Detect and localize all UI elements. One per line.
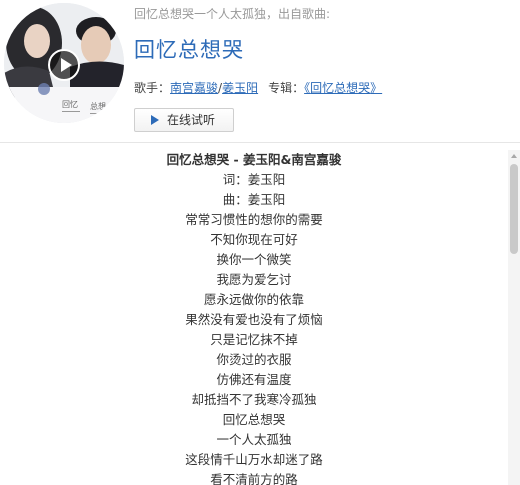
play-triangle-icon bbox=[151, 115, 159, 125]
song-title: 回忆总想哭 bbox=[134, 38, 244, 62]
artist-link-1[interactable]: 南宫嘉骏 bbox=[170, 81, 218, 95]
scroll-up-arrow-icon[interactable] bbox=[508, 150, 520, 162]
lyric-line: 词：姜玉阳 bbox=[222, 172, 286, 187]
lyric-line: 只是记忆抹不掉 bbox=[210, 332, 298, 347]
listen-online-label: 在线试听 bbox=[167, 113, 216, 127]
lyric-line: 曲：姜玉阳 bbox=[222, 192, 286, 207]
album-close-bracket: 》 bbox=[370, 81, 383, 95]
song-header: 回忆 总想 回忆总想哭一个人太孤独，出自歌曲: 回忆总想哭 歌手：南宫嘉骏/姜玉… bbox=[0, 0, 520, 142]
lyric-line: 换你一个微笑 bbox=[216, 252, 292, 267]
lyrics-heading: 回忆总想哭 - 姜玉阳&南宫嘉骏 bbox=[166, 152, 342, 167]
artist-label: 歌手： bbox=[134, 81, 171, 95]
scroll-thumb[interactable] bbox=[510, 164, 518, 254]
lyric-line: 我愿为爱乞讨 bbox=[216, 272, 292, 287]
lyric-line: 你烫过的衣服 bbox=[216, 352, 292, 367]
lyric-line: 常常习惯性的想你的需要 bbox=[185, 212, 323, 227]
lyrics-scrollbar[interactable] bbox=[508, 150, 520, 485]
lyric-line: 果然没有爱也没有了烦恼 bbox=[185, 312, 323, 327]
header-divider bbox=[0, 142, 520, 143]
album-label: 专辑： bbox=[268, 81, 305, 95]
play-button[interactable] bbox=[48, 49, 80, 81]
lyric-line: 回忆总想哭 bbox=[222, 412, 286, 427]
lyric-line: 一个人太孤独 bbox=[216, 432, 292, 447]
cover-caption-left: 回忆 bbox=[62, 99, 78, 109]
album-name: 回忆总想哭 bbox=[310, 81, 371, 95]
cover-caption-right: 总想 bbox=[90, 101, 106, 111]
artist-link-2[interactable]: 姜玉阳 bbox=[222, 81, 258, 95]
lyric-line: 看不清前方的路 bbox=[210, 472, 298, 485]
listen-online-button[interactable]: 在线试听 bbox=[134, 108, 234, 132]
album-link[interactable]: 《回忆总想哭》 bbox=[304, 81, 382, 95]
lyric-line: 不知你现在可好 bbox=[210, 232, 298, 247]
lyric-line: 却抵挡不了我寒冷孤独 bbox=[191, 392, 317, 407]
lyric-line: 愿永远做你的依靠 bbox=[203, 292, 304, 307]
source-subtitle: 回忆总想哭一个人太孤独，出自歌曲: bbox=[134, 7, 331, 21]
song-meta: 歌手：南宫嘉骏/姜玉阳 专辑：《回忆总想哭》 bbox=[134, 79, 382, 96]
lyrics-panel: 回忆总想哭 - 姜玉阳&南宫嘉骏 词：姜玉阳 曲：姜玉阳 常常习惯性的想你的需要… bbox=[0, 150, 508, 485]
play-icon bbox=[61, 58, 72, 72]
album-cover[interactable]: 回忆 总想 bbox=[4, 3, 124, 123]
lyric-line: 这段情千山万水却迷了路 bbox=[185, 452, 323, 467]
lyric-line: 仿佛还有温度 bbox=[216, 372, 292, 387]
